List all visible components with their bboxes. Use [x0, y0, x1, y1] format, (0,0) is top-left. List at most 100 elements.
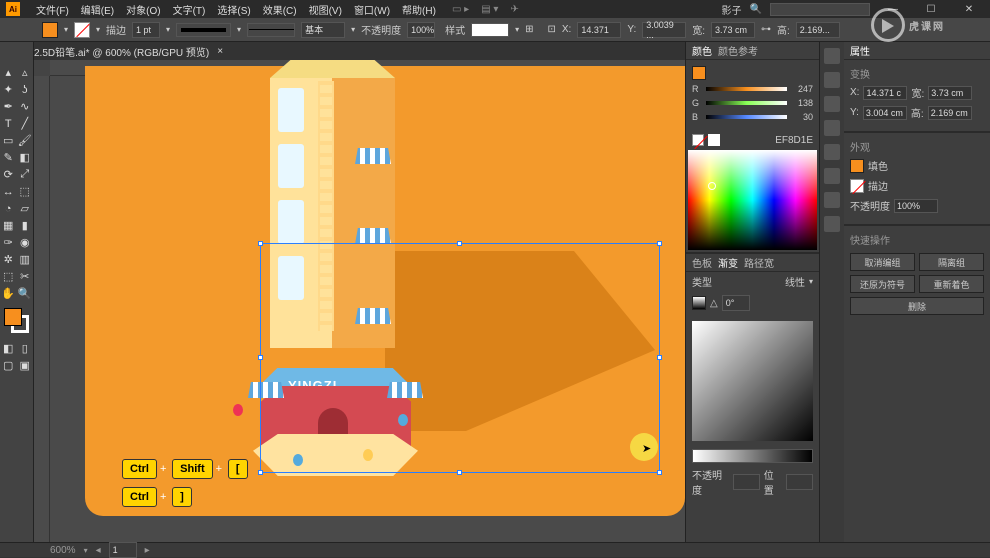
artboard-nav-prev[interactable]: ◂ — [96, 545, 101, 556]
color-mode-icon[interactable]: ◧ — [0, 340, 17, 357]
search-icon[interactable]: 🔍 — [750, 4, 762, 15]
rail-icon[interactable] — [824, 216, 840, 232]
tab-color[interactable]: 颜色 — [692, 43, 712, 58]
menu-edit[interactable]: 编辑(E) — [77, 1, 118, 18]
stroke-profile[interactable] — [176, 23, 231, 37]
prop-w[interactable] — [928, 86, 972, 100]
document-tab[interactable]: 2.5D铅笔.ai* @ 600% (RGB/GPU 预览) — [34, 44, 209, 59]
prop-x[interactable] — [863, 86, 907, 100]
align-icon[interactable]: ⊞ — [525, 24, 533, 35]
canvas[interactable]: YINGZI ➤ Ctrl+ Shift+ — [34, 60, 685, 542]
fill-color[interactable] — [4, 308, 22, 326]
line-tool[interactable]: ╱ — [17, 115, 34, 132]
rail-icon[interactable] — [824, 144, 840, 160]
value-green[interactable]: 138 — [791, 98, 813, 108]
gradient-ramp[interactable] — [692, 449, 813, 463]
rectangle-tool[interactable]: ▭ — [0, 132, 17, 149]
menu-select[interactable]: 选择(S) — [213, 1, 254, 18]
perspective-tool[interactable]: ▱ — [17, 200, 34, 217]
btn-ungroup[interactable]: 取消编组 — [850, 253, 915, 271]
rotate-tool[interactable]: ⟳ — [0, 166, 17, 183]
grad-opacity-field[interactable] — [733, 474, 760, 490]
selection-bounding-box[interactable] — [260, 243, 660, 473]
brush-tool[interactable]: 🖌 — [17, 132, 34, 149]
menu-object[interactable]: 对象(O) — [122, 1, 164, 18]
color-spectrum[interactable] — [688, 150, 817, 250]
stroke-swatch[interactable] — [74, 22, 90, 38]
gradient-tool[interactable]: ▮ — [17, 217, 34, 234]
send-icon[interactable]: ✈ — [510, 4, 518, 15]
maximize-button[interactable]: ☐ — [916, 2, 946, 16]
h-field[interactable]: 2.169... — [796, 22, 840, 38]
gradient-angle[interactable]: 0° — [722, 295, 750, 311]
curvature-tool[interactable]: ∿ — [17, 98, 34, 115]
fill-swatch[interactable] — [42, 22, 58, 38]
hex-field[interactable]: EF8D1E — [775, 135, 813, 146]
menu-view[interactable]: 视图(V) — [305, 1, 346, 18]
eraser-tool[interactable]: ◧ — [17, 149, 34, 166]
gradient-mode-icon[interactable]: ▯ — [17, 340, 34, 357]
transform-handle[interactable] — [457, 241, 462, 246]
btn-restore-symbol[interactable]: 还原为符号 — [850, 275, 915, 293]
gradient-preview[interactable] — [692, 296, 706, 310]
graphic-style[interactable] — [471, 23, 509, 37]
blend-tool[interactable]: ◉ — [17, 234, 34, 251]
btn-delete[interactable]: 删除 — [850, 297, 984, 315]
gradient-angle-icon[interactable]: △ — [710, 298, 718, 309]
ref-point[interactable]: ⊡ — [547, 24, 555, 35]
rail-icon[interactable] — [824, 120, 840, 136]
menu-type[interactable]: 文字(T) — [169, 1, 210, 18]
symbol-tool[interactable]: ✲ — [0, 251, 17, 268]
prop-fill-swatch[interactable] — [850, 159, 864, 173]
free-transform-tool[interactable]: ⬚ — [17, 183, 34, 200]
prop-opacity[interactable] — [894, 199, 938, 213]
btn-isolate[interactable]: 隔离组 — [919, 253, 984, 271]
close-tab-icon[interactable]: × — [217, 46, 223, 57]
transform-handle[interactable] — [657, 241, 662, 246]
rail-icon[interactable] — [824, 168, 840, 184]
prop-h[interactable] — [928, 106, 972, 120]
rail-icon[interactable] — [824, 72, 840, 88]
document-area[interactable]: YINGZI ➤ Ctrl+ Shift+ — [50, 76, 685, 542]
spectrum-picker[interactable] — [708, 182, 716, 190]
transform-handle[interactable] — [258, 241, 263, 246]
value-blue[interactable]: 30 — [791, 112, 813, 122]
transform-handle[interactable] — [657, 470, 662, 475]
prop-y[interactable] — [863, 106, 907, 120]
artboard-tool[interactable]: ⬚ — [0, 268, 17, 285]
transform-handle[interactable] — [657, 355, 662, 360]
shape-builder-tool[interactable]: ◔ — [0, 200, 17, 217]
direct-selection-tool[interactable]: ▵ — [17, 64, 34, 81]
bridge-icon[interactable]: ▭ ▸ — [452, 4, 469, 15]
tab-color-guide[interactable]: 颜色参考 — [718, 43, 758, 58]
search-input[interactable] — [770, 3, 870, 16]
close-button[interactable]: ✕ — [954, 2, 984, 16]
hand-tool[interactable]: ✋ — [0, 285, 17, 302]
slider-blue[interactable] — [706, 115, 787, 119]
selection-tool[interactable]: ▴ — [0, 64, 17, 81]
gradient-editor[interactable] — [692, 321, 813, 441]
lasso-tool[interactable]: ʖ — [17, 81, 34, 98]
type-tool[interactable]: T — [0, 115, 17, 132]
minimize-button[interactable]: — — [878, 2, 908, 16]
rail-icon[interactable] — [824, 192, 840, 208]
white-swatch[interactable] — [708, 134, 720, 146]
value-red[interactable]: 247 — [791, 84, 813, 94]
menu-effect[interactable]: 效果(C) — [259, 1, 301, 18]
eyedropper-tool[interactable]: ✑ — [0, 234, 17, 251]
btn-recolor[interactable]: 重新着色 — [919, 275, 984, 293]
tab-swatches[interactable]: 色板 — [692, 255, 712, 270]
zoom-tool[interactable]: 🔍 — [17, 285, 34, 302]
fill-stroke-control[interactable] — [4, 308, 30, 334]
brush-def[interactable] — [247, 23, 295, 37]
transform-handle[interactable] — [457, 470, 462, 475]
mesh-tool[interactable]: ▦ — [0, 217, 17, 234]
link-icon[interactable]: ⊶ — [761, 24, 771, 35]
screen-mode-icon[interactable]: ▣ — [17, 357, 34, 374]
transform-handle[interactable] — [258, 470, 263, 475]
gradient-type-value[interactable]: 线性 — [785, 274, 805, 289]
draw-normal-icon[interactable]: ▢ — [0, 357, 17, 374]
slider-red[interactable] — [706, 87, 787, 91]
stroke-weight[interactable]: 1 pt — [132, 22, 160, 38]
scale-tool[interactable]: ⤢ — [17, 166, 34, 183]
